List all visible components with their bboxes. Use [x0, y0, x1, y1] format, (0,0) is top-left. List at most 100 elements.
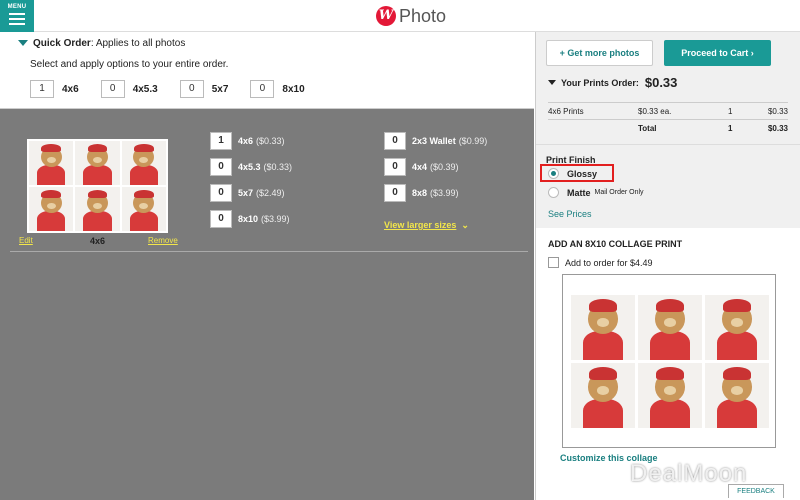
order-sidebar: + Get more photos Proceed to Cart › Your… [535, 32, 800, 500]
quick-order-item: 1 4x6 [30, 80, 79, 98]
bear-photo-tile [75, 141, 120, 185]
view-larger-sizes-link[interactable]: View larger sizes ⌄ [384, 220, 469, 231]
menu-label: MENU [7, 4, 27, 10]
matte-radio[interactable] [548, 187, 559, 198]
size-price: ($3.99) [430, 188, 459, 198]
main-panel: Quick Order: Applies to all photos Selec… [0, 32, 534, 500]
size-option-row: 0 5x7 ($2.49) [210, 184, 292, 202]
menu-button[interactable]: MENU [0, 0, 34, 32]
quantity-input[interactable]: 0 [179, 80, 204, 98]
size-name: 4x6 [238, 136, 254, 146]
chevron-down-icon: ⌄ [461, 220, 469, 230]
quantity-input[interactable]: 1 [210, 132, 232, 150]
table-cell: $0.33 [758, 102, 788, 120]
table-row: 4x6 Prints $0.33 ea. 1 $0.33 [548, 102, 788, 120]
collapse-triangle-icon [18, 40, 28, 47]
size-price: ($0.33) [263, 162, 293, 172]
app-logo[interactable]: W Photo [376, 5, 446, 27]
quantity-input[interactable]: 0 [210, 210, 232, 228]
add-collage-checkbox[interactable] [548, 257, 559, 268]
divider [10, 251, 528, 252]
quantity-input[interactable]: 0 [384, 158, 406, 176]
proceed-to-cart-label: Proceed to Cart [681, 48, 749, 58]
photo-size-label: 4x6 [90, 236, 106, 246]
quantity-input[interactable]: 1 [30, 80, 54, 98]
size-name: 8x10 [238, 214, 259, 224]
collage-title: ADD AN 8X10 COLLAGE PRINT [548, 239, 683, 249]
size-option-row: 0 8x8 ($3.99) [384, 184, 487, 202]
quantity-input[interactable]: 0 [210, 158, 232, 176]
size-option-row: 0 4x5.3 ($0.33) [210, 158, 292, 176]
table-row: Total 1 $0.33 [548, 119, 788, 137]
bear-photo-tile [705, 363, 769, 428]
size-options-col-1: 1 4x6 ($0.33) 0 4x5.3 ($0.33) 0 5x7 ($2.… [210, 132, 292, 236]
chevron-right-icon: › [750, 48, 754, 58]
size-name: 5x7 [238, 188, 254, 198]
walgreens-logo-icon: W [376, 6, 396, 26]
bear-photo-tile [571, 363, 635, 428]
bear-photo-tile [29, 187, 74, 231]
add-collage-label: Add to order for $4.49 [565, 257, 653, 268]
table-cell: Total [638, 119, 728, 137]
quick-order-title[interactable]: Quick Order: Applies to all photos [18, 38, 185, 49]
quantity-input[interactable]: 0 [384, 184, 406, 202]
get-more-photos-button[interactable]: + Get more photos [546, 40, 653, 66]
quick-order-item: 0 4x5.3 [100, 80, 158, 98]
size-price: ($2.49) [256, 188, 285, 198]
remove-link[interactable]: Remove [148, 236, 178, 245]
size-label: 4x6 [62, 83, 79, 95]
bear-photo-tile [75, 187, 120, 231]
proceed-to-cart-button[interactable]: Proceed to Cart › [664, 40, 771, 66]
size-name: 2x3 Wallet [412, 136, 456, 146]
table-cell: 4x6 Prints [548, 102, 638, 120]
collapse-triangle-icon [548, 80, 556, 85]
feedback-button[interactable]: FEEDBACK [728, 484, 784, 498]
order-label: Your Prints Order: [561, 77, 639, 88]
table-cell: 1 [728, 119, 758, 137]
bear-photo-tile [29, 141, 74, 185]
quantity-input[interactable]: 0 [384, 132, 406, 150]
quantity-input[interactable]: 0 [100, 80, 125, 98]
matte-option[interactable]: Matte Mail Order Only [548, 187, 644, 198]
table-cell: $0.33 ea. [638, 102, 728, 120]
glossy-radio[interactable] [548, 168, 559, 179]
glossy-label: Glossy [567, 168, 598, 179]
bear-photo-tile [571, 295, 635, 360]
quantity-input[interactable]: 0 [250, 80, 275, 98]
size-name: 4x5.3 [238, 162, 261, 172]
edit-link[interactable]: Edit [19, 236, 33, 245]
quick-order-title-bold: Quick Order [33, 38, 91, 49]
size-option-row: 0 4x4 ($0.39) [384, 158, 487, 176]
table-cell [548, 119, 638, 137]
order-table: 4x6 Prints $0.33 ea. 1 $0.33 Total 1 $0.… [548, 102, 788, 137]
add-collage-option[interactable]: Add to order for $4.49 [548, 257, 653, 268]
quantity-input[interactable]: 0 [210, 184, 232, 202]
top-header: MENU W Photo [0, 0, 800, 32]
matte-label: Matte [567, 187, 591, 198]
bear-photo-tile [121, 141, 166, 185]
size-options-col-2: 0 2x3 Wallet ($0.99) 0 4x4 ($0.39) 0 8x8… [384, 132, 487, 210]
prints-order-header[interactable]: Your Prints Order: $0.33 [548, 75, 677, 90]
mail-order-note: Mail Order Only [594, 189, 644, 196]
size-option-row: 1 4x6 ($0.33) [210, 132, 292, 150]
size-label: 4x5.3 [132, 83, 158, 95]
glossy-option[interactable]: Glossy [548, 168, 597, 179]
see-prices-link[interactable]: See Prices [548, 209, 592, 219]
size-name: 4x4 [412, 162, 428, 172]
quick-order-item: 0 5x7 [179, 80, 228, 98]
bear-photo-tile [121, 187, 166, 231]
size-option-row: 0 8x10 ($3.99) [210, 210, 292, 228]
logo-text: Photo [399, 5, 447, 26]
quick-order-panel: Quick Order: Applies to all photos Selec… [0, 32, 534, 109]
photo-thumbnail[interactable] [27, 139, 168, 233]
size-price: ($3.99) [261, 214, 290, 224]
view-larger-label: View larger sizes [384, 220, 457, 230]
quick-order-subtitle: Select and apply options to your entire … [30, 59, 229, 70]
size-option-row: 0 2x3 Wallet ($0.99) [384, 132, 487, 150]
order-total: $0.33 [644, 75, 678, 90]
order-summary-panel: + Get more photos Proceed to Cart › Your… [536, 32, 800, 144]
quick-order-item: 0 8x10 [250, 80, 305, 98]
collage-grid [571, 295, 769, 428]
hamburger-icon [9, 13, 25, 25]
size-price: ($0.39) [430, 162, 459, 172]
